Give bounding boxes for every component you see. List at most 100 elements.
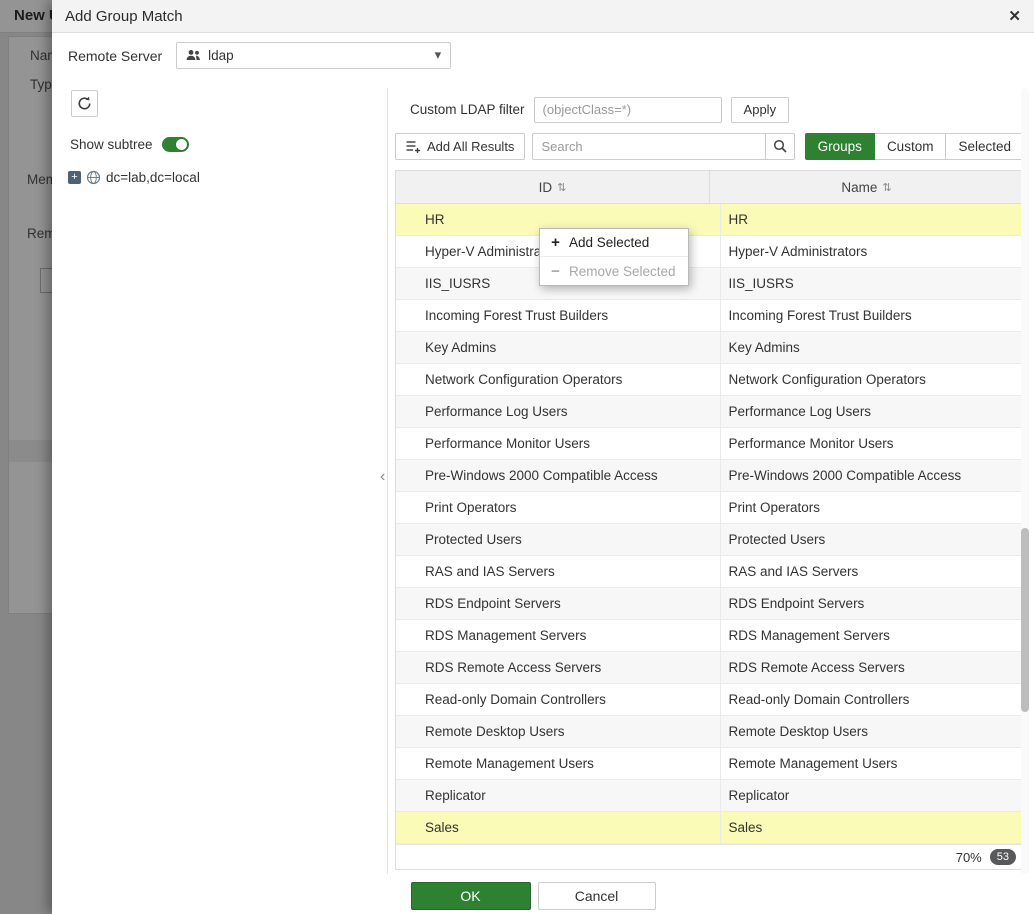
close-icon[interactable]: ✕	[1008, 7, 1021, 25]
remote-server-value: ldap	[208, 48, 234, 63]
cell-name: Remote Management Users	[721, 748, 1024, 779]
table-row[interactable]: Key AdminsKey Admins	[396, 332, 1023, 364]
cell-name: Performance Monitor Users	[721, 428, 1024, 459]
scrollbar	[1021, 88, 1029, 874]
cell-name: RDS Endpoint Servers	[721, 588, 1024, 619]
scrollbar-thumb[interactable]	[1021, 528, 1029, 712]
cell-name: Read-only Domain Controllers	[721, 684, 1024, 715]
sort-icon: ⇅	[557, 181, 566, 194]
table-row[interactable]: Performance Monitor UsersPerformance Mon…	[396, 428, 1023, 460]
cell-name: Pre-Windows 2000 Compatible Access	[721, 460, 1024, 491]
ok-button[interactable]: OK	[411, 882, 531, 910]
table-row[interactable]: RDS Remote Access ServersRDS Remote Acce…	[396, 652, 1023, 684]
cell-id: Performance Log Users	[396, 396, 721, 427]
cell-name: Key Admins	[721, 332, 1024, 363]
table-row[interactable]: Protected UsersProtected Users	[396, 524, 1023, 556]
pane-divider	[387, 88, 388, 874]
collapse-pane-icon[interactable]: ‹	[380, 468, 385, 486]
show-subtree-row: Show subtree	[70, 137, 189, 152]
table-row[interactable]: Performance Log UsersPerformance Log Use…	[396, 396, 1023, 428]
sort-icon: ⇅	[882, 181, 891, 194]
search-input[interactable]	[532, 133, 766, 160]
cell-name: RDS Remote Access Servers	[721, 652, 1024, 683]
cell-name: RDS Management Servers	[721, 620, 1024, 651]
table-row[interactable]: RDS Endpoint ServersRDS Endpoint Servers	[396, 588, 1023, 620]
cell-name: Print Operators	[721, 492, 1024, 523]
column-header-name[interactable]: Name ⇅	[710, 171, 1023, 203]
table-row[interactable]: Hyper-V AdministratorsHyper-V Administra…	[396, 236, 1023, 268]
tab-custom[interactable]: Custom	[875, 133, 947, 160]
table-row[interactable]: RAS and IAS ServersRAS and IAS Servers	[396, 556, 1023, 588]
cell-id: Sales	[396, 812, 721, 843]
results-toolbar: Add All Results Groups Custom Selected	[395, 132, 1024, 160]
remove-selected-label: Remove Selected	[569, 264, 676, 279]
cell-id: Print Operators	[396, 492, 721, 523]
column-header-id[interactable]: ID ⇅	[396, 171, 710, 203]
context-menu-remove-selected[interactable]: − Remove Selected	[540, 257, 688, 285]
table-header: ID ⇅ Name ⇅	[396, 171, 1023, 204]
cell-name: Network Configuration Operators	[721, 364, 1024, 395]
dialog-title: Add Group Match	[65, 8, 183, 25]
table-row[interactable]: IIS_IUSRSIIS_IUSRS	[396, 268, 1023, 300]
remote-server-label: Remote Server	[68, 48, 162, 64]
table-row[interactable]: Remote Management UsersRemote Management…	[396, 748, 1023, 780]
search-icon	[773, 139, 787, 153]
apply-button[interactable]: Apply	[731, 97, 790, 123]
remote-server-row: Remote Server ldap ▾	[68, 42, 451, 69]
results-tabs: Groups Custom Selected	[805, 133, 1024, 160]
table-row[interactable]: Print OperatorsPrint Operators	[396, 492, 1023, 524]
cell-id: Protected Users	[396, 524, 721, 555]
remote-server-dropdown[interactable]: ldap ▾	[176, 42, 451, 69]
toggle-knob	[176, 139, 187, 150]
ldap-server-icon	[186, 49, 201, 62]
column-header-id-label: ID	[539, 180, 553, 195]
ldap-filter-input[interactable]	[534, 97, 722, 123]
search-button[interactable]	[766, 133, 795, 160]
table-row[interactable]: Incoming Forest Trust BuildersIncoming F…	[396, 300, 1023, 332]
zoom-level: 70%	[956, 850, 982, 865]
cell-name: Performance Log Users	[721, 396, 1024, 427]
cell-id: RAS and IAS Servers	[396, 556, 721, 587]
show-subtree-label: Show subtree	[70, 137, 153, 152]
results-pane: Custom LDAP filter Apply Add All Results	[395, 96, 1024, 870]
ldap-filter-label: Custom LDAP filter	[410, 102, 525, 117]
table-row[interactable]: Remote Desktop UsersRemote Desktop Users	[396, 716, 1023, 748]
table-row[interactable]: HRHR	[396, 204, 1023, 236]
cell-id: RDS Remote Access Servers	[396, 652, 721, 683]
cell-name: IIS_IUSRS	[721, 268, 1024, 299]
cell-name: Incoming Forest Trust Builders	[721, 300, 1024, 331]
refresh-button[interactable]	[71, 90, 98, 117]
cell-name: Replicator	[721, 780, 1024, 811]
cell-name: HR	[721, 204, 1024, 235]
cancel-button[interactable]: Cancel	[538, 882, 656, 910]
tab-groups[interactable]: Groups	[805, 133, 875, 160]
table-footer: 70% 53	[395, 844, 1024, 870]
refresh-icon	[77, 96, 92, 111]
table-row[interactable]: SalesSales	[396, 812, 1023, 844]
add-selected-label: Add Selected	[569, 235, 649, 250]
table-row[interactable]: Pre-Windows 2000 Compatible AccessPre-Wi…	[396, 460, 1023, 492]
minus-icon: −	[550, 263, 561, 280]
table-row[interactable]: Read-only Domain ControllersRead-only Do…	[396, 684, 1023, 716]
cell-id: Key Admins	[396, 332, 721, 363]
cell-id: Remote Management Users	[396, 748, 721, 779]
cell-id: Pre-Windows 2000 Compatible Access	[396, 460, 721, 491]
tab-selected[interactable]: Selected	[946, 133, 1024, 160]
ldap-tree-root[interactable]: + dc=lab,dc=local	[68, 170, 200, 185]
table-row[interactable]: RDS Management ServersRDS Management Ser…	[396, 620, 1023, 652]
cell-name: Hyper-V Administrators	[721, 236, 1024, 267]
add-group-match-dialog: Add Group Match ✕ Remote Server ldap ▾ S…	[52, 0, 1034, 914]
groups-table: ID ⇅ Name ⇅ HRHRHyper-V AdministratorsHy…	[395, 170, 1024, 844]
table-row[interactable]: Network Configuration OperatorsNetwork C…	[396, 364, 1023, 396]
add-all-results-label: Add All Results	[427, 139, 514, 154]
tree-expand-icon[interactable]: +	[68, 171, 81, 184]
cell-id: Network Configuration Operators	[396, 364, 721, 395]
cell-id: Incoming Forest Trust Builders	[396, 300, 721, 331]
show-subtree-toggle[interactable]	[162, 137, 189, 152]
cell-name: Sales	[721, 812, 1024, 843]
table-row[interactable]: ReplicatorReplicator	[396, 780, 1023, 812]
cell-name: Protected Users	[721, 524, 1024, 555]
context-menu-add-selected[interactable]: + Add Selected	[540, 229, 688, 257]
add-all-results-button[interactable]: Add All Results	[395, 133, 525, 160]
dialog-actions: OK Cancel	[52, 882, 1014, 910]
